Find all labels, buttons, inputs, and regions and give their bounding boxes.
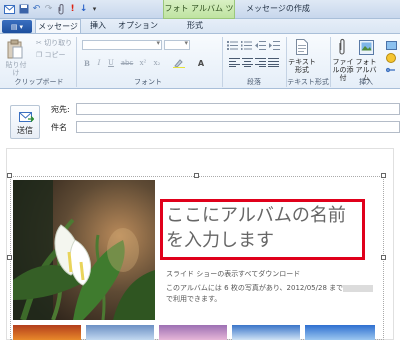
subject-label: 件名 <box>51 123 67 132</box>
redo-icon[interactable]: ↷ <box>43 3 54 15</box>
text-format-icon[interactable] <box>295 38 309 56</box>
superscript-icon[interactable]: x² <box>138 58 148 68</box>
subscript-icon[interactable]: x₂ <box>152 58 162 68</box>
attach-quick-icon[interactable] <box>55 3 66 15</box>
font-color-icon[interactable]: A <box>194 58 208 68</box>
separator <box>76 37 77 87</box>
separator <box>222 37 223 87</box>
hyperlink-icon[interactable] <box>385 65 397 75</box>
tab-message[interactable]: メッセージ <box>35 19 81 34</box>
save-icon[interactable] <box>18 3 29 15</box>
resize-handle[interactable] <box>381 255 386 260</box>
paragraph-group-label: 段落 <box>247 78 261 86</box>
description-line2: で利用できます。 <box>166 295 222 303</box>
title-bar: ↶ ↷ ! ↓ ▾ フォト アルバム ツール メッセージの作成 <box>0 0 400 30</box>
album-title-input[interactable]: ここにアルバムの名前を入力します <box>166 203 361 253</box>
ribbon-tab-row: ▤ ▾ メッセージ 挿入 オプション 形式 <box>0 19 400 34</box>
resize-handle[interactable] <box>194 173 199 178</box>
album-thumbnail <box>86 325 154 340</box>
paperclip-icon[interactable] <box>336 37 348 57</box>
subject-field[interactable] <box>76 121 400 133</box>
album-thumbnail <box>232 325 300 340</box>
chevron-down-icon: ▾ <box>19 22 24 31</box>
slideshow-link[interactable]: スライド ショーの表示 <box>166 269 238 279</box>
emoticon-icon[interactable] <box>385 53 397 63</box>
underline-button[interactable]: U <box>106 58 116 68</box>
insert-group-label: 挿入 <box>359 78 373 86</box>
cut-label: 切り取り <box>44 39 73 47</box>
highlight-icon[interactable] <box>172 58 186 68</box>
font-group-label: フォント <box>134 78 162 86</box>
download-all-link[interactable]: すべてダウンロード <box>238 269 300 279</box>
album-description: このアルバムには 6 枚の写真があり、2012/05/28 まで で利用できます… <box>166 283 376 305</box>
tab-insert[interactable]: 挿入 <box>84 19 112 34</box>
album-cover-photo <box>13 180 155 320</box>
file-menu-button[interactable]: ▤ ▾ <box>2 20 32 33</box>
resize-handle[interactable] <box>7 255 12 260</box>
priority-high-icon[interactable]: ! <box>67 3 78 15</box>
picture-insert-icon[interactable] <box>385 40 397 50</box>
priority-low-icon[interactable]: ↓ <box>78 3 89 15</box>
window-title: メッセージの作成 <box>246 4 310 13</box>
paste-icon[interactable] <box>6 38 24 60</box>
strikethrough-button[interactable]: abc <box>120 58 134 68</box>
app-icon[interactable] <box>4 3 15 15</box>
description-line1: このアルバムには 6 枚の写真があり、2012/05/28 まで <box>166 284 344 292</box>
clipboard-group-label: クリップボード <box>14 78 64 86</box>
paste-button-label[interactable]: 貼り付け <box>4 61 28 77</box>
resize-handle[interactable] <box>7 173 12 178</box>
align-left-icon[interactable] <box>228 57 240 67</box>
to-field[interactable] <box>76 103 400 115</box>
copy-label: コピー <box>44 51 66 59</box>
cut-button[interactable]: ✂ 切り取り <box>36 38 72 48</box>
font-family-combo[interactable] <box>82 39 162 50</box>
increase-indent-icon[interactable] <box>268 40 280 50</box>
qat-dropdown-icon[interactable]: ▾ <box>89 3 100 15</box>
album-thumbnail <box>159 325 227 340</box>
text-format-button-label[interactable]: テキスト形式 <box>288 58 316 74</box>
align-right-icon[interactable] <box>254 57 266 67</box>
align-justify-icon[interactable] <box>267 57 279 67</box>
photo-album-icon[interactable] <box>358 38 374 56</box>
redacted-text <box>343 284 374 292</box>
send-icon <box>18 109 34 125</box>
resize-handle[interactable] <box>381 173 386 178</box>
send-button[interactable]: 送信 <box>10 105 40 139</box>
send-label: 送信 <box>17 126 33 135</box>
text-format-group-label: テキスト形式 <box>287 78 329 86</box>
font-size-combo[interactable] <box>164 39 190 50</box>
to-label: 宛先: <box>51 105 70 114</box>
photo-album-tools-context-tab[interactable]: フォト アルバム ツール <box>163 0 235 30</box>
tab-options[interactable]: オプション <box>116 19 160 34</box>
bullet-list-icon[interactable] <box>226 40 238 50</box>
italic-button[interactable]: I <box>94 58 104 68</box>
ribbon: 貼り付け ✂ 切り取り ❐ コピー クリップボード B I U abc x² x… <box>0 33 400 89</box>
album-thumbnail <box>13 325 81 340</box>
undo-icon[interactable]: ↶ <box>31 3 42 15</box>
tab-format[interactable]: 形式 <box>180 19 210 34</box>
bold-button[interactable]: B <box>82 58 92 68</box>
align-center-icon[interactable] <box>241 57 253 67</box>
album-thumbnail <box>305 325 375 340</box>
numbered-list-icon[interactable] <box>240 40 252 50</box>
copy-button[interactable]: ❐ コピー <box>36 50 66 60</box>
menu-icon: ▤ <box>10 22 18 31</box>
decrease-indent-icon[interactable] <box>254 40 266 50</box>
